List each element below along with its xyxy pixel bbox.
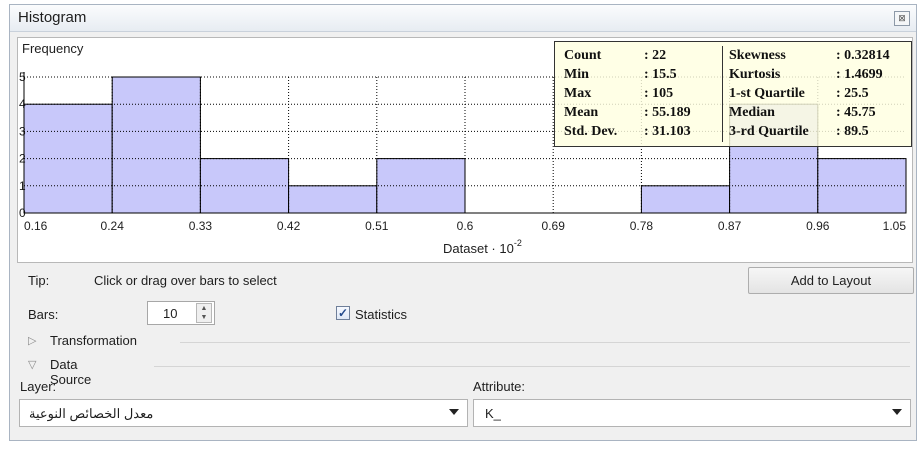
chevron-down-icon[interactable] <box>892 409 902 415</box>
tip-label: Tip: <box>28 273 50 288</box>
statistic-label: 3-rd Quartile <box>729 124 809 139</box>
spin-up-icon[interactable]: ▲ <box>197 304 211 313</box>
statistic-row: Kurtosis : 1.4699 <box>555 67 911 84</box>
layer-label: Layer: <box>20 379 57 394</box>
statistic-value: : 0.32814 <box>836 48 890 63</box>
transformation-label[interactable]: Transformation <box>50 333 137 348</box>
x-tick-label: 0.78 <box>630 219 654 233</box>
layer-dropdown[interactable]: معدل الخصائص النوعية <box>19 399 468 427</box>
y-tick-label: 5 <box>19 70 26 84</box>
statistics-label: Statistics <box>355 307 408 322</box>
x-tick-label: 0.51 <box>365 219 389 233</box>
x-tick-label: 0.42 <box>277 219 301 233</box>
bars-stepper[interactable]: 10 ▲ ▼ <box>147 301 215 325</box>
statistic-row: Skewness : 0.32814 <box>555 48 911 65</box>
histogram-bar[interactable] <box>288 185 378 214</box>
statistics-panel: Count: 22 Min: 15.5 Max: 105 Mean: 55.189 St… <box>554 41 912 147</box>
x-tick-label: 0.33 <box>189 219 213 233</box>
x-tick-label: 0.96 <box>806 219 830 233</box>
y-tick-label: 4 <box>19 97 26 111</box>
x-tick-label: 0.16 <box>24 219 48 233</box>
window-title: Histogram <box>18 9 87 26</box>
statistics-checkbox[interactable]: ✓ <box>336 306 350 320</box>
expand-down-icon[interactable]: ▽ <box>28 358 36 371</box>
statistic-label: 1-st Quartile <box>729 86 805 101</box>
statistic-row: 3-rd Quartile : 89.5 <box>555 124 911 141</box>
histogram-bar[interactable] <box>640 185 731 214</box>
attribute-value: K_ <box>485 406 501 421</box>
expand-right-icon[interactable]: ▷ <box>28 334 36 347</box>
attribute-dropdown[interactable]: K_ <box>473 399 911 427</box>
bars-value[interactable]: 10 <box>163 306 177 321</box>
x-tick-label: 0.24 <box>101 219 125 233</box>
y-tick-label: 3 <box>19 124 26 138</box>
data-source-label[interactable]: Data Source <box>50 357 91 387</box>
histogram-chart[interactable]: Frequency Dataset · 10-2 0 1 2 3 4 5 0.16 0.24 0… <box>17 37 913 263</box>
statistic-label: Kurtosis <box>729 67 781 82</box>
x-tick-label: 0.69 <box>542 219 566 233</box>
y-axis-label: Frequency <box>22 41 84 56</box>
x-axis-exponent: -2 <box>514 238 522 248</box>
layer-value: معدل الخصائص النوعية <box>29 406 154 421</box>
x-tick-label: 0.6 <box>457 219 474 233</box>
y-tick-label: 1 <box>19 179 26 193</box>
x-axis-label-text: Dataset · 10 <box>443 241 514 256</box>
statistic-label: Median <box>729 105 775 120</box>
x-tick-label: 1.05 <box>883 219 907 233</box>
statistic-row: Median : 45.75 <box>555 105 911 122</box>
x-axis-label: Dataset · 10-2 <box>443 238 522 256</box>
statistic-row: 1-st Quartile : 25.5 <box>555 86 911 103</box>
title-bar: Histogram ⊠ <box>10 5 916 32</box>
histogram-window: Histogram ⊠ Frequency Dataset · 10-2 012… <box>9 4 917 441</box>
histogram-bar[interactable] <box>23 103 113 214</box>
chevron-down-icon[interactable] <box>449 409 459 415</box>
add-to-layout-button[interactable]: Add to Layout <box>748 267 914 294</box>
attribute-label: Attribute: <box>473 379 526 394</box>
statistic-value: : 45.75 <box>836 105 876 120</box>
statistic-value: : 1.4699 <box>836 67 883 82</box>
bars-label: Bars: <box>28 307 59 322</box>
tip-text: Click or drag over bars to select <box>94 273 277 288</box>
data-source-divider <box>154 366 910 367</box>
spin-down-icon[interactable]: ▼ <box>197 313 211 322</box>
close-button[interactable]: ⊠ <box>894 11 910 26</box>
y-tick-label: 2 <box>19 152 26 166</box>
statistic-value: : 25.5 <box>836 86 869 101</box>
statistic-label: Skewness <box>729 48 786 63</box>
x-tick-label: 0.87 <box>718 219 742 233</box>
histogram-bar[interactable] <box>111 76 201 214</box>
statistic-value: : 89.5 <box>836 124 869 139</box>
transformation-divider <box>180 342 910 343</box>
bars-spin-buttons[interactable]: ▲ ▼ <box>196 303 212 323</box>
